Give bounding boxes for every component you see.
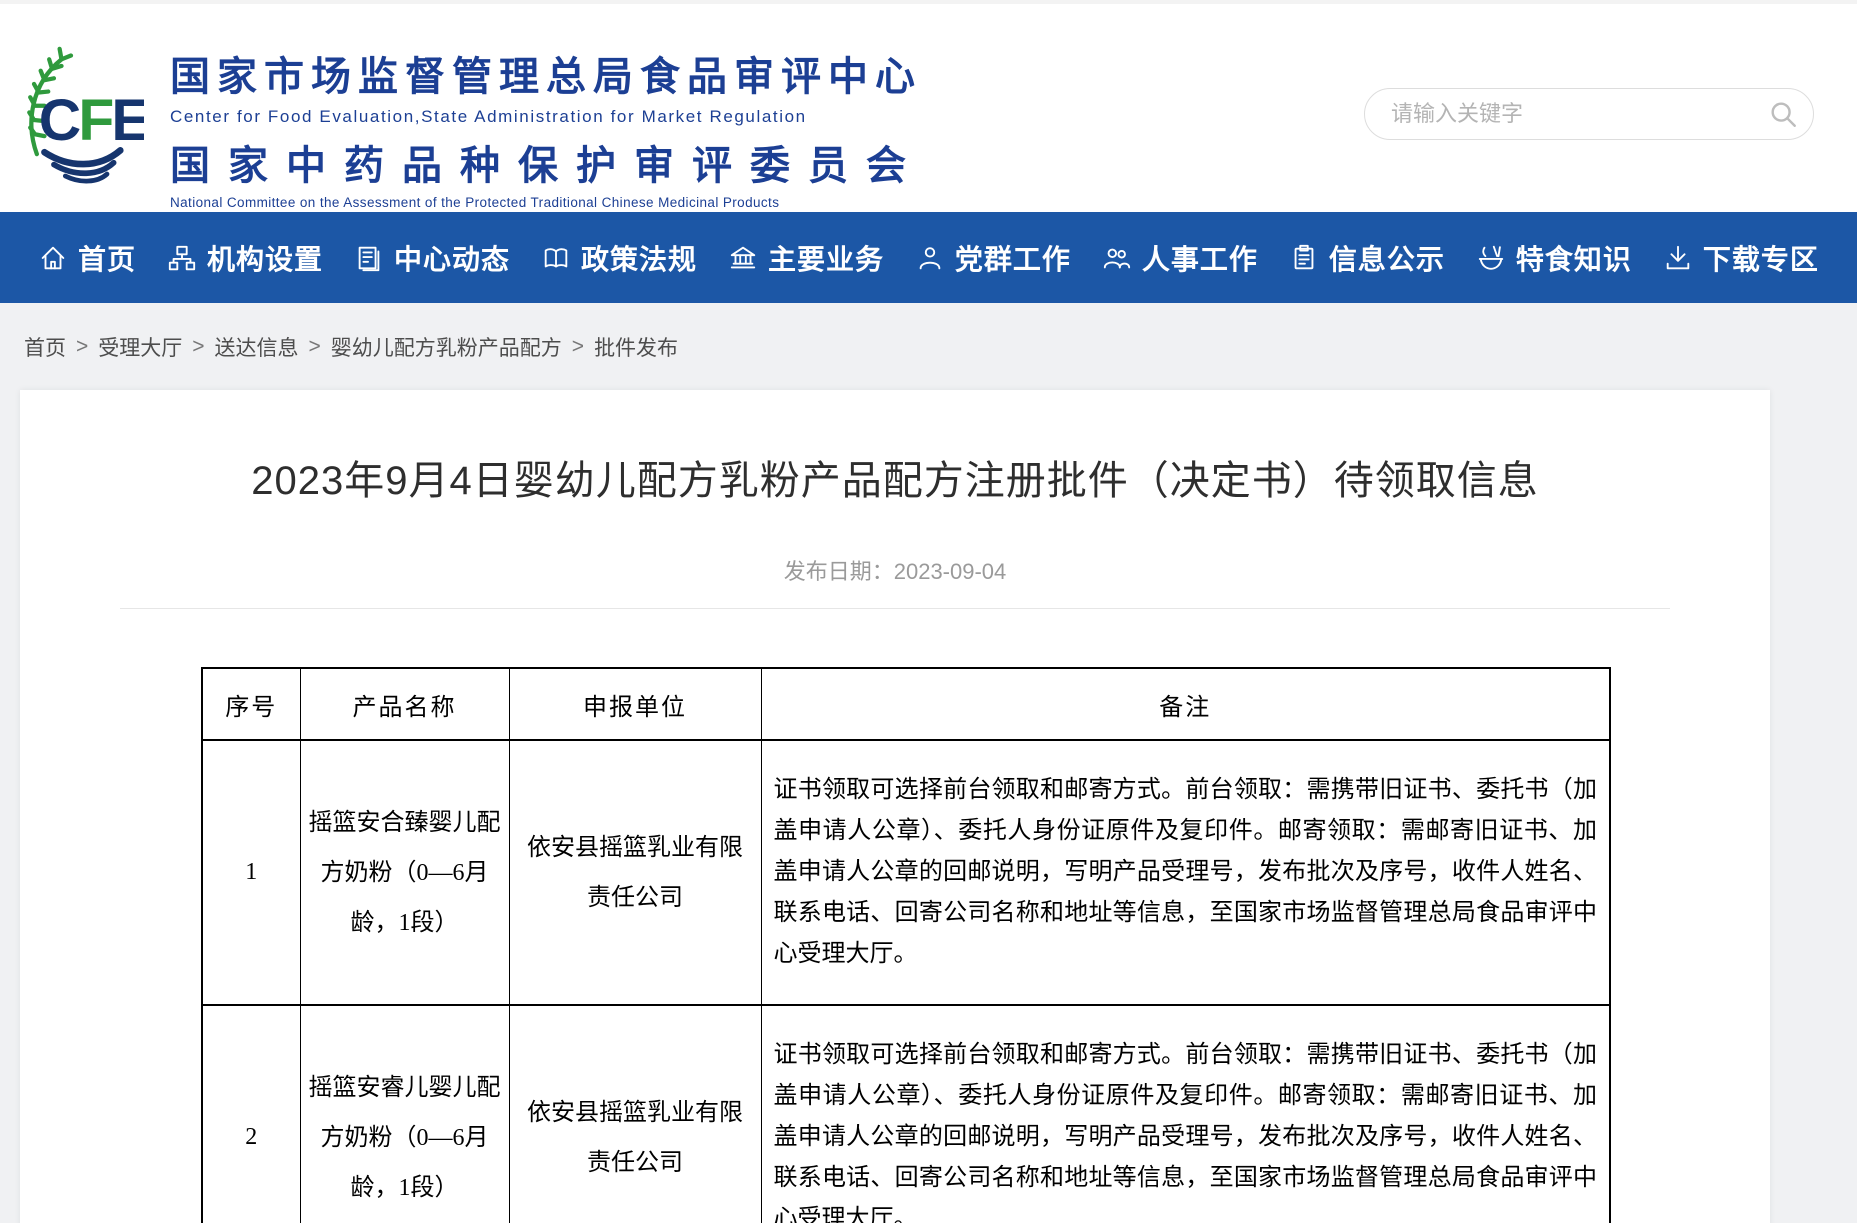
cell-remark: 证书领取可选择前台领取和邮寄方式。前台领取：需携带旧证书、委托书（加盖申请人公章… <box>761 1005 1610 1223</box>
column-header: 序号 <box>202 668 300 740</box>
nav-item-label: 下载专区 <box>1703 238 1819 278</box>
cell-applicant: 依安县摇篮乳业有限责任公司 <box>509 1005 761 1223</box>
nav-item-机构设置[interactable]: 机构设置 <box>167 238 323 278</box>
site-header: CFE 国家市场监督管理总局食品审评中心 Center for Food Eva… <box>0 0 1857 212</box>
breadcrumb-separator: > <box>192 335 204 359</box>
publish-date-label: 发布日期： <box>784 559 894 584</box>
pickup-info-table: 序号产品名称申报单位备注 1摇篮安合臻婴儿配方奶粉（0—6月龄，1段）依安县摇篮… <box>201 667 1611 1223</box>
svg-text:CFE: CFE <box>39 88 144 153</box>
cell-product: 摇篮安合臻婴儿配方奶粉（0—6月龄，1段） <box>300 740 509 1005</box>
nav-item-主要业务[interactable]: 主要业务 <box>728 238 884 278</box>
breadcrumb-item-3[interactable]: 送达信息 <box>215 332 299 362</box>
cell-no: 2 <box>202 1005 300 1223</box>
breadcrumb-separator: > <box>572 335 584 359</box>
search-box <box>1364 88 1814 140</box>
column-header: 产品名称 <box>300 668 509 740</box>
breadcrumb-separator: > <box>309 335 321 359</box>
site-title-en: Center for Food Evaluation,State Adminis… <box>170 107 924 127</box>
breadcrumb: 首页 > 受理大厅 > 送达信息 > 婴幼儿配方乳粉产品配方 > 批件发布 <box>0 303 1857 390</box>
nav-item-党群工作[interactable]: 党群工作 <box>915 238 1071 278</box>
site-title-cn: 国家市场监督管理总局食品审评中心 <box>170 44 924 102</box>
nav-item-下载专区[interactable]: 下载专区 <box>1663 238 1819 278</box>
wheat-logo-icon: CFE <box>16 30 144 192</box>
publish-date-value: 2023-09-04 <box>894 559 1007 584</box>
table-row: 1摇篮安合臻婴儿配方奶粉（0—6月龄，1段）依安县摇篮乳业有限责任公司证书领取可… <box>202 740 1610 1005</box>
table-header: 序号产品名称申报单位备注 <box>202 668 1610 740</box>
org-chart-icon <box>167 243 197 273</box>
book-icon <box>541 243 571 273</box>
search-icon[interactable] <box>1768 99 1798 129</box>
nav-item-label: 人事工作 <box>1142 238 1258 278</box>
breadcrumb-item-2[interactable]: 受理大厅 <box>98 332 182 362</box>
nav-item-label: 党群工作 <box>955 238 1071 278</box>
nav-item-label: 特食知识 <box>1516 238 1632 278</box>
nav-item-label: 信息公示 <box>1329 238 1445 278</box>
home-icon <box>38 243 68 273</box>
food-icon <box>1476 243 1506 273</box>
nav-item-首页[interactable]: 首页 <box>38 238 136 278</box>
nav-item-特食知识[interactable]: 特食知识 <box>1476 238 1632 278</box>
main-nav: 首页 机构设置 中心动态 政策法规 主要业务 党群工作 人事工作 信息公示 特食知识 下载专区 <box>0 212 1857 303</box>
people-icon <box>1102 243 1132 273</box>
search-input[interactable] <box>1364 88 1814 140</box>
cell-no: 1 <box>202 740 300 1005</box>
cell-applicant: 依安县摇篮乳业有限责任公司 <box>509 740 761 1005</box>
brand-titles: 国家市场监督管理总局食品审评中心 Center for Food Evaluat… <box>170 30 924 210</box>
nav-item-label: 政策法规 <box>581 238 697 278</box>
site-subtitle-cn: 国家中药品种保护审评委员会 <box>170 133 924 191</box>
publish-date: 发布日期：2023-09-04 <box>20 554 1770 586</box>
nav-item-label: 首页 <box>78 238 136 278</box>
nav-item-label: 机构设置 <box>207 238 323 278</box>
cell-product: 摇篮安睿儿婴儿配方奶粉（0—6月龄，1段） <box>300 1005 509 1223</box>
column-header: 备注 <box>761 668 1610 740</box>
bank-icon <box>728 243 758 273</box>
nav-item-政策法规[interactable]: 政策法规 <box>541 238 697 278</box>
content-panel: 2023年9月4日婴幼儿配方乳粉产品配方注册批件（决定书）待领取信息 发布日期：… <box>20 390 1770 1223</box>
nav-item-中心动态[interactable]: 中心动态 <box>354 238 510 278</box>
nav-item-label: 主要业务 <box>768 238 884 278</box>
person-icon <box>915 243 945 273</box>
download-icon <box>1663 243 1693 273</box>
news-icon <box>354 243 384 273</box>
site-subtitle-en: National Committee on the Assessment of … <box>170 195 924 210</box>
breadcrumb-item-1[interactable]: 首页 <box>24 332 66 362</box>
page-title: 2023年9月4日婴幼儿配方乳粉产品配方注册批件（决定书）待领取信息 <box>20 448 1770 506</box>
column-header: 申报单位 <box>509 668 761 740</box>
breadcrumb-item-5[interactable]: 批件发布 <box>594 332 678 362</box>
divider <box>120 608 1670 609</box>
table-row: 2摇篮安睿儿婴儿配方奶粉（0—6月龄，1段）依安县摇篮乳业有限责任公司证书领取可… <box>202 1005 1610 1223</box>
breadcrumb-item-4[interactable]: 婴幼儿配方乳粉产品配方 <box>331 332 562 362</box>
clipboard-icon <box>1289 243 1319 273</box>
nav-item-label: 中心动态 <box>394 238 510 278</box>
nav-item-信息公示[interactable]: 信息公示 <box>1289 238 1445 278</box>
nav-item-人事工作[interactable]: 人事工作 <box>1102 238 1258 278</box>
cell-remark: 证书领取可选择前台领取和邮寄方式。前台领取：需携带旧证书、委托书（加盖申请人公章… <box>761 740 1610 1005</box>
breadcrumb-separator: > <box>76 335 88 359</box>
